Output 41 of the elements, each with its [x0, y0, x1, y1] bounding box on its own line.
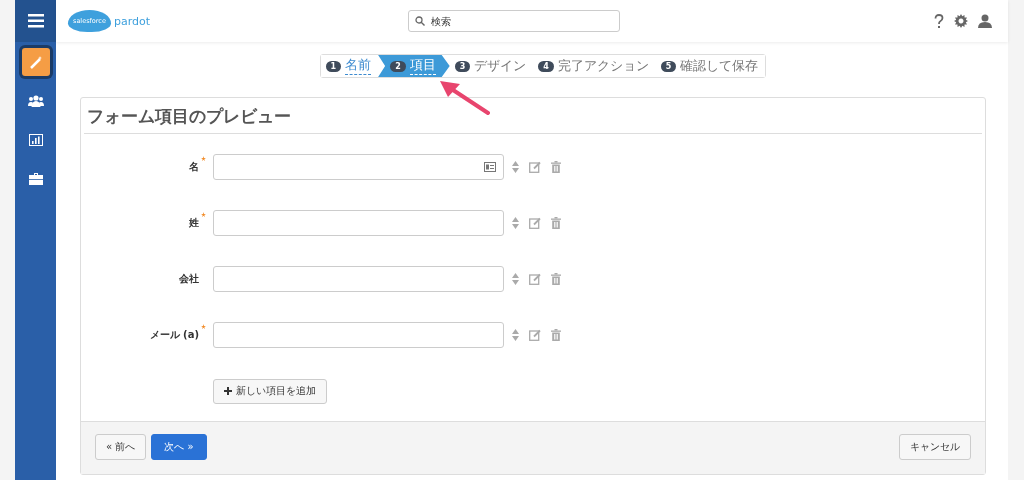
- text-field[interactable]: [213, 154, 504, 180]
- magic-wand-icon: [28, 55, 43, 69]
- field-label: メール (a): [148, 328, 199, 342]
- plus-icon: [224, 387, 232, 395]
- edit-icon[interactable]: [529, 217, 541, 229]
- trash-icon[interactable]: [551, 217, 561, 229]
- user-icon[interactable]: [978, 14, 992, 28]
- wizard-step[interactable]: 2 項目: [378, 55, 450, 77]
- contact-card-icon[interactable]: [484, 162, 496, 172]
- field-label: 名: [188, 160, 199, 174]
- field-label: 姓: [188, 216, 199, 230]
- menu-icon: [27, 14, 44, 28]
- nav-item[interactable]: [21, 48, 50, 76]
- settings-icon[interactable]: [954, 14, 968, 28]
- product-name: pardot: [113, 14, 150, 28]
- add-field-button[interactable]: 新しい項目を追加: [213, 378, 327, 404]
- previous-button[interactable]: « 前へ: [95, 434, 147, 460]
- next-button[interactable]: 次へ »: [151, 434, 207, 460]
- trash-icon[interactable]: [551, 161, 561, 173]
- people-icon: [27, 95, 44, 107]
- reorder-icon[interactable]: [512, 161, 519, 173]
- trash-icon[interactable]: [551, 273, 561, 285]
- edit-icon[interactable]: [529, 161, 541, 173]
- reorder-icon[interactable]: [512, 273, 519, 285]
- trash-icon[interactable]: [551, 329, 561, 341]
- edit-icon[interactable]: [529, 329, 541, 341]
- text-field[interactable]: [213, 210, 504, 236]
- text-field[interactable]: [213, 266, 504, 292]
- edit-icon[interactable]: [529, 273, 541, 285]
- annotation-arrow: [438, 79, 490, 115]
- panel-title: フォーム項目のプレビュー: [84, 98, 982, 134]
- cancel-button[interactable]: キャンセル: [899, 434, 971, 460]
- reorder-icon[interactable]: [512, 217, 519, 229]
- field-label: 会社: [178, 272, 199, 286]
- bar-chart-icon: [28, 134, 43, 146]
- menu-button[interactable]: [15, 0, 56, 42]
- text-field[interactable]: [213, 322, 504, 348]
- help-icon[interactable]: [934, 13, 944, 29]
- briefcase-icon: [28, 173, 43, 185]
- search-field[interactable]: 検索: [408, 10, 620, 32]
- reorder-icon[interactable]: [512, 329, 519, 341]
